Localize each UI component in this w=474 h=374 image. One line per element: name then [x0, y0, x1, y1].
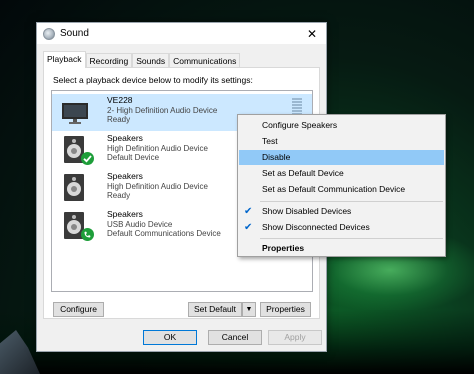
device-status: Default Device	[107, 153, 160, 162]
menu-item-label: Show Disconnected Devices	[262, 222, 370, 232]
sound-app-icon	[43, 27, 55, 40]
menu-item-label: Set as Default Device	[262, 168, 344, 178]
device-driver: 2- High Definition Audio Device	[107, 105, 218, 115]
tab-recording[interactable]: Recording	[85, 53, 133, 68]
speaker-icon	[64, 174, 84, 201]
menu-item-label: Show Disabled Devices	[262, 206, 352, 216]
menu-separator	[260, 201, 443, 202]
device-name: Speakers	[107, 171, 143, 181]
menu-item-set-default-comm[interactable]: Set as Default Communication Device	[239, 182, 444, 197]
menu-item-test[interactable]: Test	[239, 134, 444, 149]
properties-button[interactable]: Properties	[260, 302, 311, 317]
menu-item-label: Test	[262, 136, 278, 146]
menu-item-configure-speakers[interactable]: Configure Speakers	[239, 118, 444, 133]
device-status: Ready	[107, 191, 131, 200]
device-driver: High Definition Audio Device	[107, 143, 208, 153]
checkmark-icon: ✔	[244, 206, 253, 217]
device-status: Default Communications Device	[107, 229, 221, 238]
device-name: VE228	[107, 95, 133, 105]
apply-button[interactable]: Apply	[268, 330, 322, 345]
set-default-button[interactable]: Set Default	[188, 302, 242, 317]
tab-strip: Playback Recording Sounds Communications	[43, 51, 241, 68]
configure-button[interactable]: Configure	[53, 302, 104, 317]
device-name: Speakers	[107, 133, 143, 143]
menu-item-properties[interactable]: Properties	[239, 241, 444, 256]
title-bar[interactable]: Sound ✕	[37, 23, 326, 44]
menu-item-label: Configure Speakers	[262, 120, 338, 130]
monitor-icon	[62, 103, 88, 124]
cancel-button[interactable]: Cancel	[208, 330, 262, 345]
window-title: Sound	[60, 28, 89, 39]
device-status: Ready	[107, 115, 131, 124]
tab-playback[interactable]: Playback	[43, 51, 86, 68]
menu-item-show-disconnected[interactable]: ✔ Show Disconnected Devices	[239, 220, 444, 235]
close-button[interactable]: ✕	[298, 23, 326, 44]
default-device-check-icon	[81, 152, 94, 165]
context-menu: Configure Speakers Test Disable Set as D…	[237, 114, 446, 257]
menu-item-label: Disable	[262, 152, 291, 162]
menu-item-set-default[interactable]: Set as Default Device	[239, 166, 444, 181]
menu-item-label: Set as Default Communication Device	[262, 184, 406, 194]
menu-item-disable[interactable]: Disable	[239, 150, 444, 165]
set-default-dropdown-icon[interactable]: ▼	[242, 302, 256, 317]
device-driver: USB Audio Device	[107, 219, 173, 229]
menu-item-label: Properties	[262, 243, 305, 253]
instruction-text: Select a playback device below to modify…	[53, 75, 253, 85]
menu-separator	[260, 238, 443, 239]
menu-item-show-disabled[interactable]: ✔ Show Disabled Devices	[239, 204, 444, 219]
device-name: Speakers	[107, 209, 143, 219]
device-driver: High Definition Audio Device	[107, 181, 208, 191]
tab-communications[interactable]: Communications	[169, 53, 241, 68]
tab-sounds[interactable]: Sounds	[132, 53, 170, 68]
ok-button[interactable]: OK	[143, 330, 197, 345]
checkmark-icon: ✔	[244, 222, 253, 233]
communications-phone-icon	[81, 228, 94, 241]
